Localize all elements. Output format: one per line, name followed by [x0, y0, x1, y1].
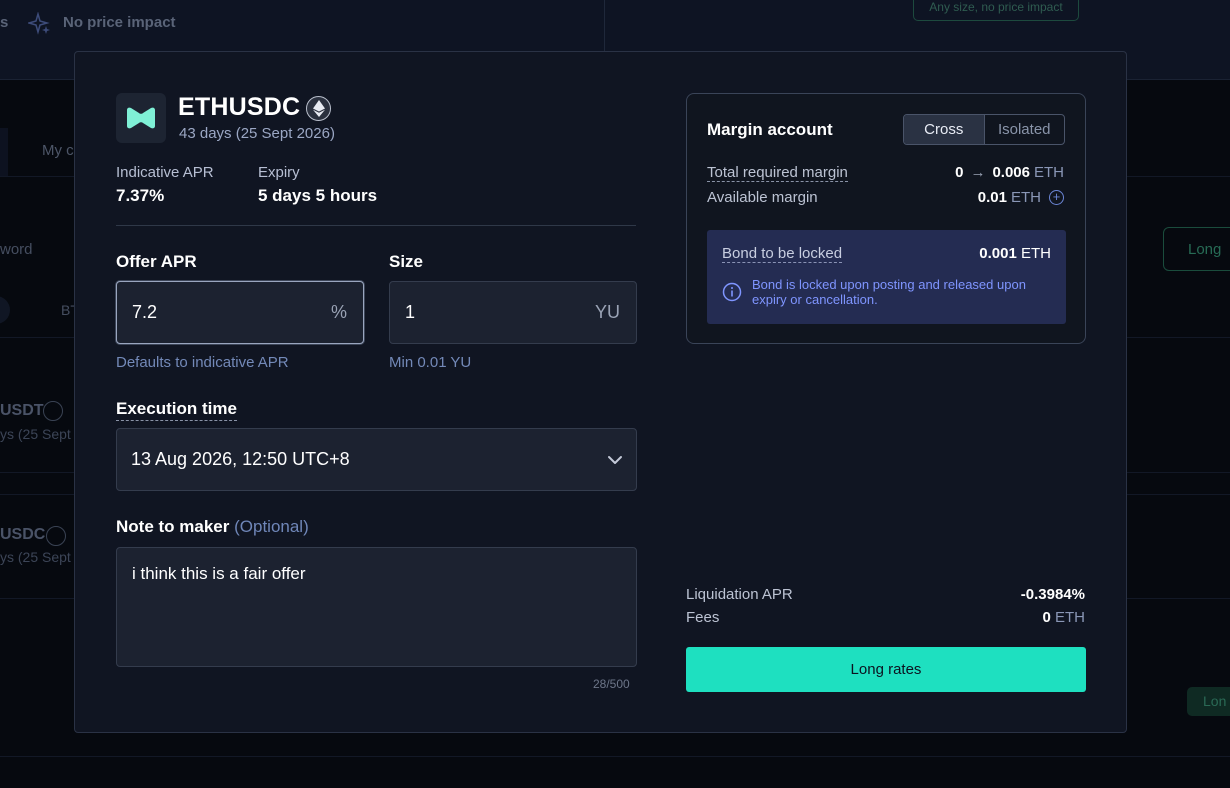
total-margin-unit: ETH: [1034, 164, 1064, 181]
token-logo: [116, 93, 166, 143]
eth-icon: [306, 96, 331, 121]
info-icon: [722, 282, 742, 302]
size-value: 1: [405, 302, 416, 322]
bond-value: 0.001 ETH: [979, 245, 1051, 262]
available-margin-unit: ETH: [1011, 189, 1041, 206]
note-value: i think this is a fair offer: [132, 564, 306, 583]
bg-row-sub: ys (25 Sept: [0, 426, 71, 442]
indicative-apr-value: 7.37%: [116, 186, 165, 205]
offer-apr-input[interactable]: 7.2 %: [116, 281, 364, 344]
margin-account-card: Margin account Cross Isolated Total requ…: [686, 93, 1086, 344]
size-input[interactable]: 1 YU: [389, 281, 637, 344]
bg-long-button-small: Lon: [1187, 687, 1230, 716]
divider: [116, 225, 636, 226]
cross-mode-button[interactable]: Cross: [904, 115, 985, 144]
bg-tab: [0, 128, 8, 176]
fees-amount: 0: [1042, 609, 1051, 626]
bond-label[interactable]: Bond to be locked: [722, 245, 843, 263]
total-required-margin-label[interactable]: Total required margin: [707, 164, 848, 182]
bg-eth-icon: [46, 526, 66, 546]
offer-apr-value: 7.2: [132, 302, 158, 322]
isolated-mode-button[interactable]: Isolated: [985, 115, 1065, 144]
bond-note: Bond is locked upon posting and released…: [752, 277, 1026, 307]
long-rates-modal: ETHUSDC 43 days (25 Sept 2026) Indicativ…: [74, 51, 1127, 733]
bg-row-title: USDT: [0, 402, 44, 419]
arrow-right-icon: →: [970, 164, 986, 181]
bg-tab-label: My c: [42, 142, 74, 159]
note-label: Note to maker (Optional): [116, 517, 309, 537]
offer-apr-unit: %: [330, 302, 347, 322]
execution-time-select[interactable]: 13 Aug 2026, 12:50 UTC+8: [116, 428, 637, 491]
size-label: Size: [389, 252, 424, 271]
bg-divider-line: [0, 756, 1230, 757]
protocol-logo-icon: [127, 107, 155, 129]
long-rates-button[interactable]: Long rates: [686, 647, 1086, 692]
note-char-counter: 28/500: [593, 677, 630, 691]
bond-amount: 0.001: [979, 245, 1017, 262]
liquidation-apr-label: Liquidation APR: [686, 586, 793, 603]
offer-apr-hint: Defaults to indicative APR: [116, 354, 289, 371]
size-hint: Min 0.01 YU: [389, 354, 472, 371]
bond-unit: ETH: [1021, 245, 1051, 262]
margin-mode-toggle[interactable]: Cross Isolated: [903, 114, 1065, 145]
chevron-down-icon: [608, 456, 622, 464]
size-unit: YU: [594, 302, 620, 322]
offer-apr-label: Offer APR: [116, 252, 197, 271]
margin-account-title: Margin account: [707, 120, 833, 139]
fees-value: 0 ETH: [1042, 609, 1085, 626]
total-margin-from: 0: [955, 164, 964, 181]
liquidation-apr-value: -0.3984%: [1020, 586, 1085, 603]
bg-search-fragment: word: [0, 241, 33, 258]
fees-label: Fees: [686, 609, 720, 626]
bg-long-button: Long: [1163, 227, 1230, 271]
expiry-value: 5 days 5 hours: [258, 186, 378, 205]
bg-text-fragment: s: [0, 14, 9, 31]
bg-no-price-impact: No price impact: [63, 14, 176, 31]
bond-info-box: Bond to be locked 0.001 ETH Bond is lock…: [707, 230, 1066, 324]
note-textarea[interactable]: i think this is a fair offer: [116, 547, 637, 667]
bg-eth-icon: [43, 401, 63, 421]
execution-time-label[interactable]: Execution time: [116, 399, 237, 421]
bg-row-title: USDC: [0, 526, 46, 543]
execution-time-value: 13 Aug 2026, 12:50 UTC+8: [131, 449, 350, 469]
bg-pill: Any size, no price impact: [913, 0, 1079, 21]
token-name: ETHUSDC: [178, 93, 301, 121]
fees-unit: ETH: [1055, 609, 1085, 626]
add-margin-icon[interactable]: +: [1049, 190, 1064, 205]
bg-row-sub: ys (25 Sept: [0, 549, 71, 565]
sparkle-icon: [28, 12, 50, 35]
note-label-text: Note to maker: [116, 517, 230, 536]
note-optional: (Optional): [234, 517, 309, 536]
indicative-apr-label: Indicative APR: [116, 164, 214, 181]
total-margin-to: 0.006: [992, 164, 1030, 181]
expiry-label: Expiry: [258, 164, 300, 181]
available-margin-label: Available margin: [707, 189, 818, 206]
available-margin-value: 0.01 ETH +: [978, 189, 1064, 206]
token-maturity: 43 days (25 Sept 2026): [179, 125, 335, 142]
total-required-margin-value: 0 → 0.006 ETH: [955, 164, 1064, 181]
available-margin-amount: 0.01: [977, 189, 1007, 206]
